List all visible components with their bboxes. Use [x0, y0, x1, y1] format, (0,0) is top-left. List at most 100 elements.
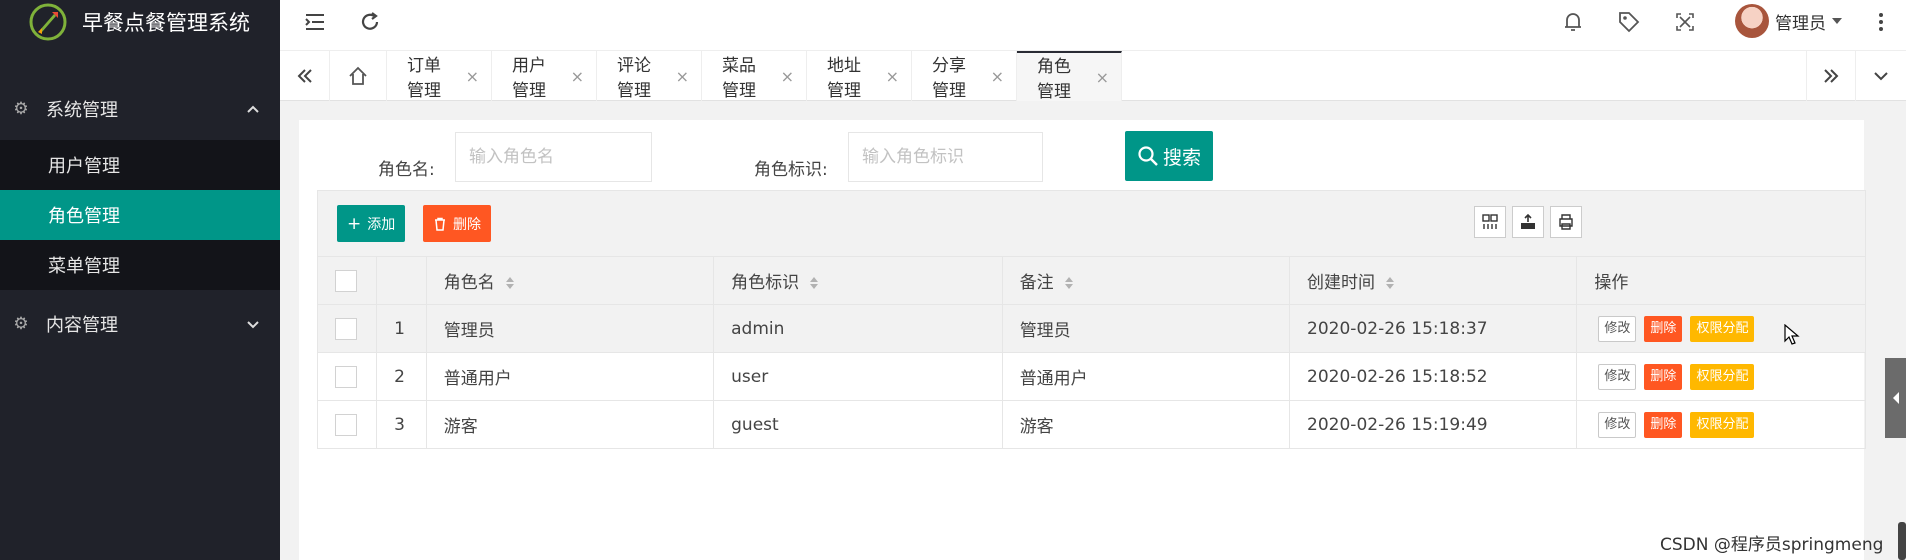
sort-icon[interactable] [505, 276, 515, 290]
search-button-label: 搜索 [1162, 146, 1201, 169]
home-icon [349, 66, 367, 85]
avatar [1735, 4, 1769, 38]
role-key-input[interactable] [848, 132, 1043, 182]
column-header-created[interactable]: 创建时间 [1289, 256, 1578, 305]
tab-shares[interactable]: 分享管理 × [912, 51, 1017, 101]
edit-button[interactable]: 修改 [1598, 363, 1637, 390]
export-icon [1521, 213, 1535, 229]
more-icon[interactable] [1868, 9, 1894, 35]
watermark: CSDN @程序员springmeng [1660, 535, 1884, 555]
tab-orders[interactable]: 订单管理 × [387, 51, 492, 101]
sort-icon[interactable] [1385, 276, 1395, 290]
chevron-down-icon [1874, 72, 1888, 81]
delete-button[interactable]: 删除 [423, 205, 491, 242]
columns-filter-button[interactable] [1474, 206, 1506, 238]
tab-scroll-left-button[interactable] [280, 51, 330, 101]
permission-button[interactable]: 权限分配 [1690, 363, 1755, 390]
sidebar-item-label: 菜单管理 [48, 256, 120, 277]
scrollbar-thumb[interactable] [1898, 522, 1906, 560]
permission-button[interactable]: 权限分配 [1690, 315, 1755, 342]
row-delete-button[interactable]: 删除 [1644, 363, 1683, 390]
select-all-checkbox[interactable] [335, 269, 357, 292]
trash-icon [435, 217, 445, 231]
add-button[interactable]: + 添加 [337, 205, 406, 242]
tab-dishes[interactable]: 菜品管理 × [702, 51, 807, 101]
sidebar-submenu: 用户管理 角色管理 菜单管理 [0, 140, 280, 290]
tab-label: 评论管理 [617, 56, 651, 101]
sidebar-group-content[interactable]: ⚙ 内容管理 [0, 290, 280, 358]
role-name-input[interactable] [455, 132, 652, 182]
column-header-role-key[interactable]: 角色标识 [713, 256, 1003, 305]
add-button-label: 添加 [367, 216, 396, 233]
caret-left-icon [1892, 392, 1899, 404]
tab-home[interactable] [330, 51, 387, 101]
sidebar-item-label: 角色管理 [48, 206, 120, 227]
row-delete-button[interactable]: 删除 [1644, 411, 1683, 438]
column-header-remark[interactable]: 备注 [1001, 256, 1291, 305]
role-key-label: 角色标识: [754, 160, 828, 180]
tab-label: 地址管理 [827, 56, 861, 101]
row-delete-button[interactable]: 删除 [1644, 315, 1683, 342]
close-icon[interactable]: × [781, 67, 794, 86]
role-name-label: 角色名: [378, 160, 435, 180]
cell-remark: 管理员 [1001, 304, 1291, 353]
gear-icon: ⚙ [13, 314, 29, 334]
close-icon[interactable]: × [676, 67, 689, 86]
sort-icon[interactable] [809, 276, 819, 290]
sort-icon[interactable] [1064, 276, 1074, 290]
export-button[interactable] [1512, 206, 1544, 238]
row-checkbox-cell [316, 352, 378, 401]
close-icon[interactable]: × [571, 67, 584, 86]
table-row: 3 游客 guest 游客 2020-02-26 15:19:49 修改 删除 权限… [316, 400, 1866, 449]
cell-remark: 普通用户 [1001, 352, 1291, 401]
permission-button[interactable]: 权限分配 [1690, 411, 1755, 438]
sidebar-item-roles[interactable]: 角色管理 [0, 190, 280, 240]
column-header-role-name[interactable]: 角色名 [425, 256, 715, 305]
user-menu[interactable]: 管理员 [1735, 4, 1844, 38]
tab-roles[interactable]: 角色管理 × [1017, 51, 1122, 102]
menu-toggle-icon[interactable] [302, 9, 328, 35]
column-header-label: 角色名 [443, 273, 495, 293]
search-button[interactable]: 搜索 [1125, 131, 1213, 181]
row-checkbox[interactable] [335, 413, 357, 436]
tab-label: 用户管理 [512, 56, 546, 101]
edit-button[interactable]: 修改 [1598, 411, 1637, 438]
plus-icon: + [347, 213, 362, 234]
fullscreen-icon[interactable] [1672, 9, 1698, 35]
app-logo[interactable]: 早餐点餐管理系统 [0, 0, 280, 44]
sidebar-item-users[interactable]: 用户管理 [0, 140, 280, 190]
sidebar-group-system[interactable]: ⚙ 系统管理 [0, 78, 280, 140]
tab-scroll-right-button[interactable] [1806, 51, 1856, 101]
side-panel-toggle[interactable] [1885, 358, 1906, 438]
column-header-actions: 操作 [1576, 256, 1866, 305]
table-row: 2 普通用户 user 普通用户 2020-02-26 15:18:52 修改删… [316, 352, 1866, 401]
column-header-label: 备注 [1019, 273, 1054, 293]
close-icon[interactable]: × [886, 67, 899, 86]
printer-icon [1559, 214, 1573, 230]
sidebar-group-label: 系统管理 [46, 100, 118, 121]
row-checkbox-cell [316, 400, 378, 449]
cell-actions: 修改 删除 权限分配 [1576, 400, 1866, 449]
row-checkbox[interactable] [335, 317, 357, 340]
cell-created: 2020-02-26 15:18:52 [1289, 352, 1578, 401]
cell-created: 2020-02-26 15:18:37 [1289, 304, 1578, 353]
tag-icon[interactable] [1616, 9, 1642, 35]
edit-button[interactable]: 修改 [1598, 315, 1637, 342]
tab-addresses[interactable]: 地址管理 × [807, 51, 912, 101]
table-toolbar: + 添加 删除 [317, 190, 1866, 256]
bell-icon[interactable] [1560, 9, 1586, 35]
print-button[interactable] [1550, 206, 1582, 238]
close-icon[interactable]: × [466, 67, 479, 86]
row-checkbox[interactable] [335, 365, 357, 388]
cell-role-name: 普通用户 [425, 352, 715, 401]
close-icon[interactable]: × [1096, 68, 1109, 87]
tab-users[interactable]: 用户管理 × [492, 51, 597, 101]
tab-menu-button[interactable] [1856, 51, 1906, 101]
table-header-row: 角色名 角色标识 备注 创建时间 操作 [316, 256, 1866, 305]
refresh-icon[interactable] [357, 9, 383, 35]
sidebar-item-menus[interactable]: 菜单管理 [0, 240, 280, 290]
close-icon[interactable]: × [991, 67, 1004, 86]
tab-comments[interactable]: 评论管理 × [597, 51, 702, 101]
chevron-up-icon [247, 105, 259, 113]
roles-table: 角色名 角色标识 备注 创建时间 操作 1 管理员 admin 管理员 2020… [316, 256, 1866, 449]
